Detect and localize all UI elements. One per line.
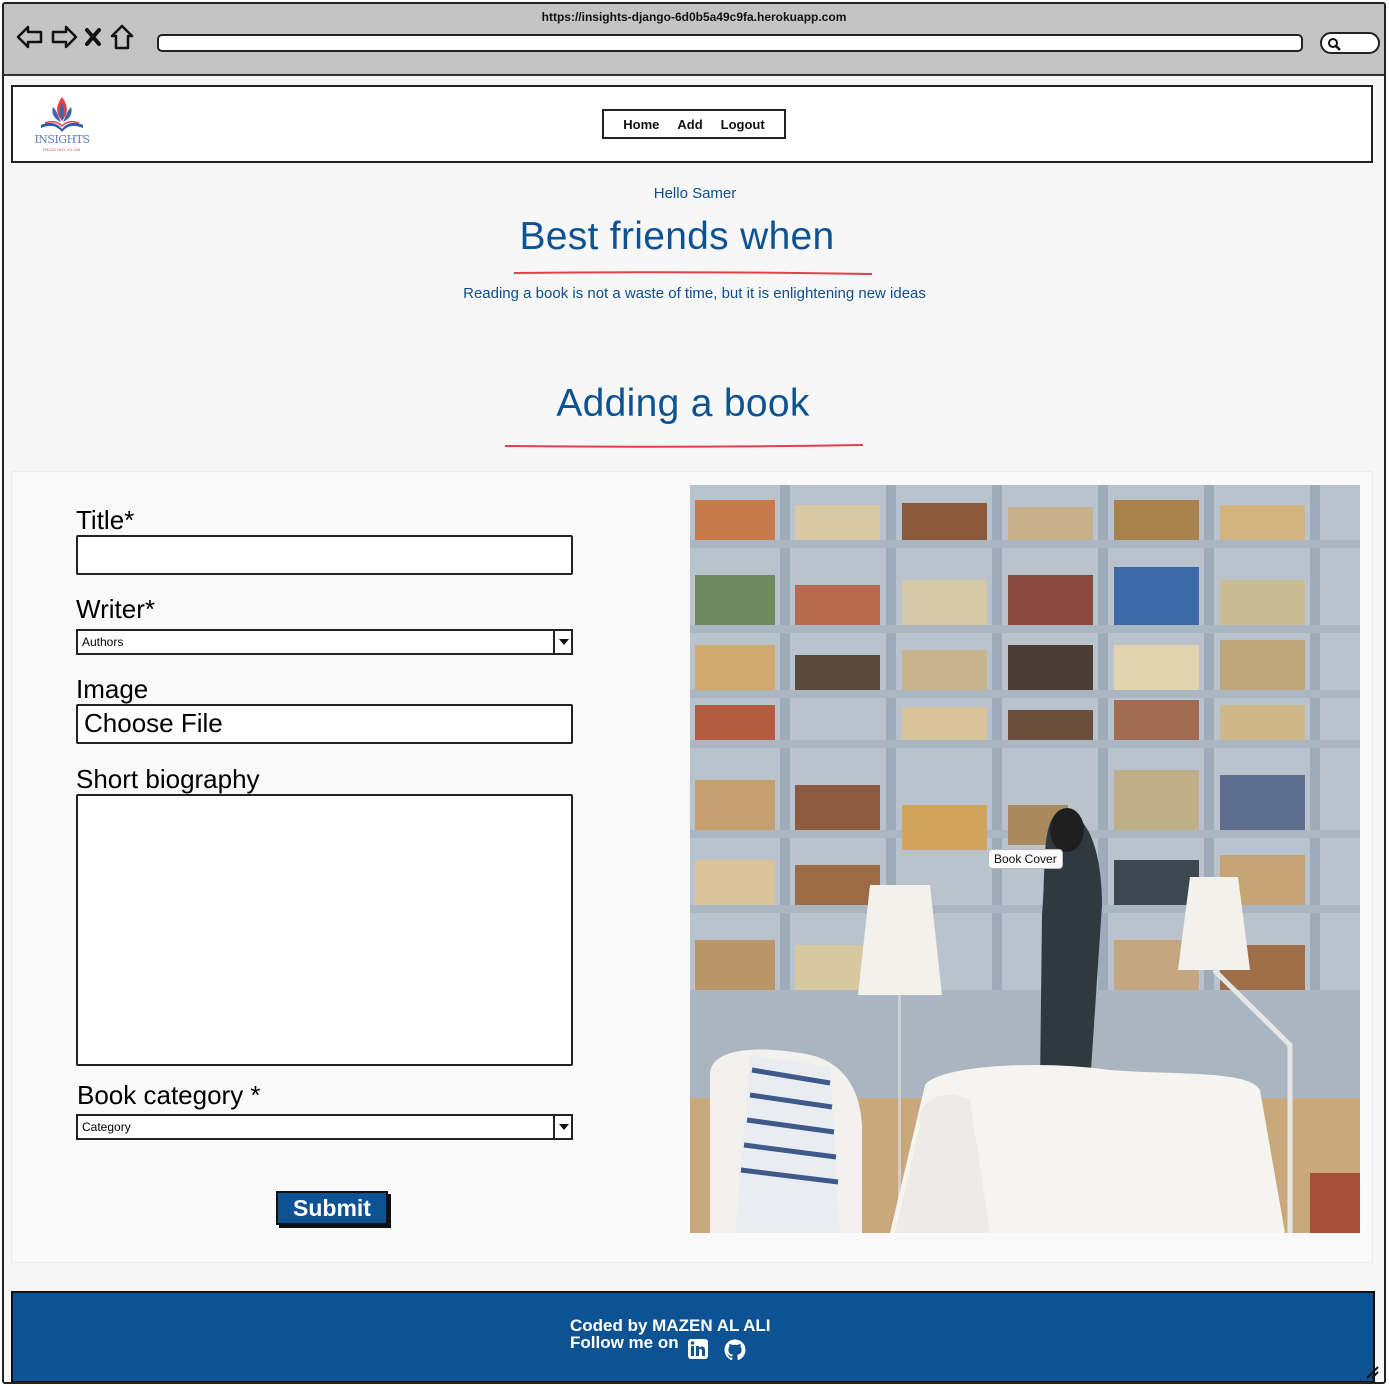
nav-add-link[interactable]: Add [677, 117, 702, 132]
hero-tagline: Reading a book is not a waste of time, b… [463, 285, 926, 302]
greeting-text: Hello Samer [653, 185, 737, 202]
linkedin-icon[interactable] [687, 1338, 709, 1360]
address-bar[interactable] [157, 34, 1303, 52]
form-heading-underline [504, 444, 864, 448]
stop-icon[interactable] [84, 24, 102, 50]
add-book-panel: Title* Writer* Authors Image Choose File… [11, 471, 1373, 1263]
footer-coded-by: Coded by MAZEN AL ALI [570, 1316, 771, 1335]
chevron-down-icon [553, 631, 571, 653]
resize-handle-icon[interactable] [1364, 1364, 1380, 1380]
form-heading: Adding a book [556, 382, 810, 425]
main-nav: Home Add Logout [602, 109, 786, 139]
book-cover-tooltip: Book Cover [988, 849, 1063, 869]
category-select-value: Category [82, 1120, 131, 1134]
bio-textarea[interactable] [76, 794, 573, 1066]
category-select[interactable]: Category [76, 1114, 573, 1140]
writer-select-value: Authors [82, 635, 124, 649]
bio-label: Short biography [76, 764, 260, 794]
url-text: https://insights-django-6d0b5a49c9fa.her… [541, 10, 847, 24]
site-logo[interactable]: INSIGHTS READING CLUB [31, 93, 93, 155]
logo-text: INSIGHTS [34, 133, 90, 146]
chevron-down-icon [553, 1116, 571, 1138]
title-label: Title* [76, 505, 135, 535]
hero-title: Best friends when [519, 215, 835, 258]
home-icon[interactable] [110, 24, 136, 50]
site-header: INSIGHTS READING CLUB Home Add Logout [11, 85, 1373, 163]
logo-flame-icon [41, 97, 83, 132]
nav-home-link[interactable]: Home [623, 117, 659, 132]
logo-subtext: READING CLUB [43, 147, 81, 152]
nav-logout-link[interactable]: Logout [721, 117, 765, 132]
social-links [687, 1338, 747, 1362]
image-file-input[interactable]: Choose File [76, 704, 573, 744]
search-icon [1328, 38, 1341, 51]
writer-label: Writer* [76, 594, 155, 624]
writer-select[interactable]: Authors [76, 629, 573, 655]
forward-icon[interactable] [50, 24, 78, 50]
submit-button[interactable]: Submit [276, 1191, 388, 1225]
image-label: Image [76, 674, 149, 704]
site-footer: Coded by MAZEN AL ALI Follow me on [11, 1291, 1375, 1382]
github-icon[interactable] [723, 1338, 747, 1362]
browser-nav-buttons [16, 24, 136, 50]
title-input[interactable] [76, 535, 573, 575]
browser-toolbar: https://insights-django-6d0b5a49c9fa.her… [4, 4, 1384, 76]
browser-search-box[interactable] [1320, 32, 1380, 54]
page-content: INSIGHTS READING CLUB Home Add Logout He… [4, 78, 1384, 1382]
back-icon[interactable] [16, 24, 43, 50]
category-label: Book category * [77, 1080, 261, 1110]
hero-title-underline [513, 271, 873, 275]
browser-window: https://insights-django-6d0b5a49c9fa.her… [2, 2, 1386, 1384]
